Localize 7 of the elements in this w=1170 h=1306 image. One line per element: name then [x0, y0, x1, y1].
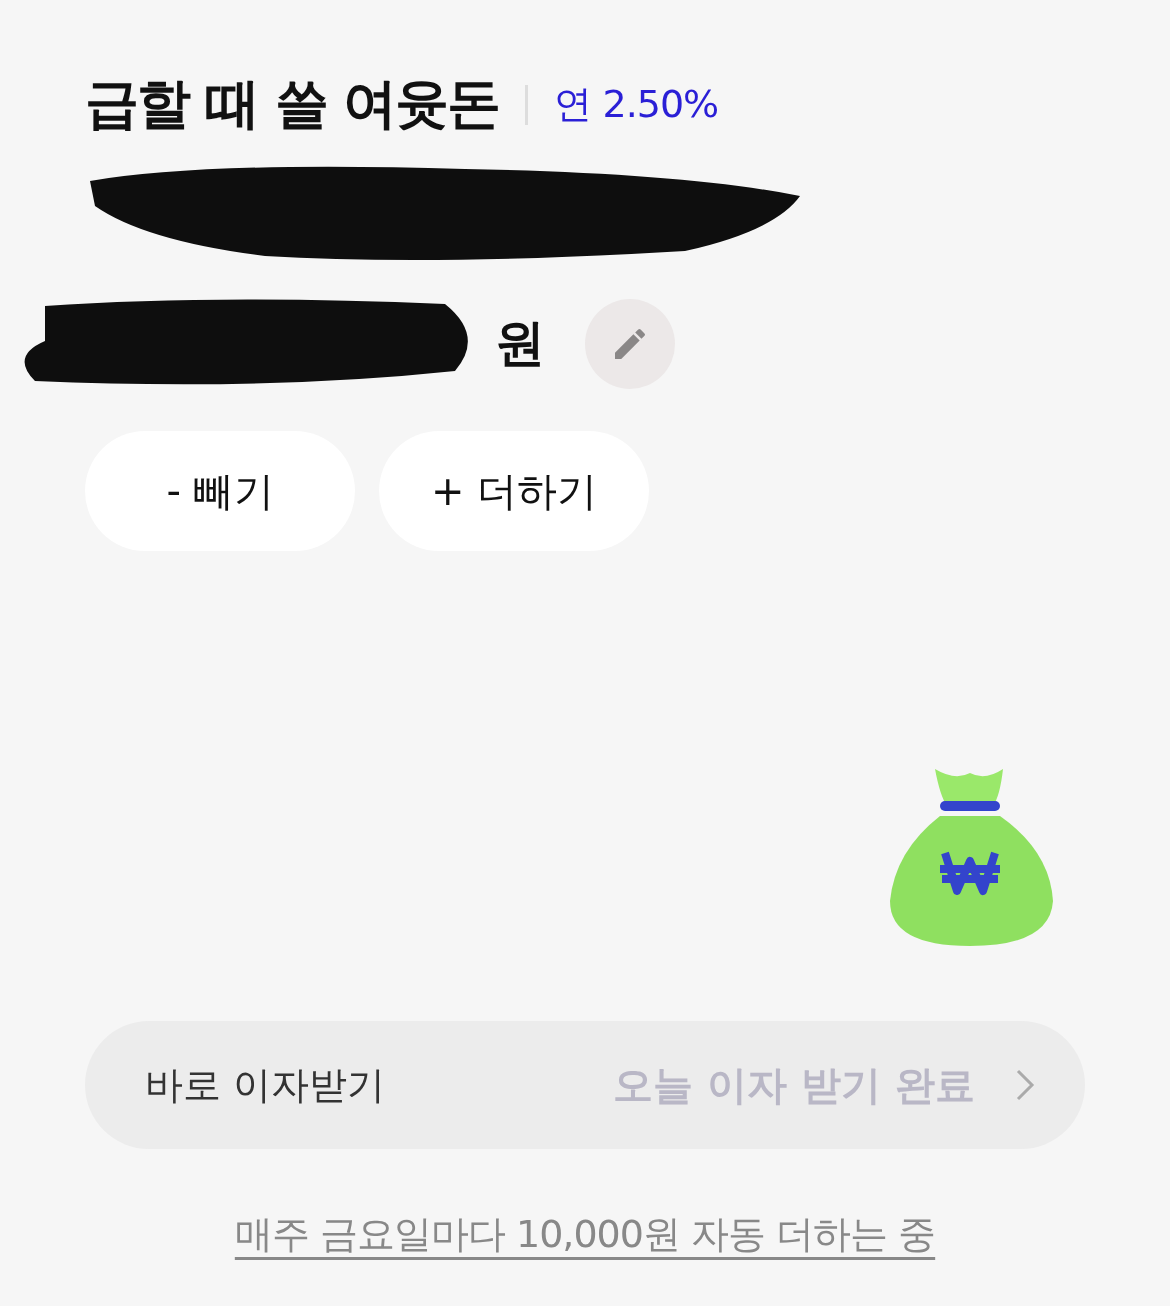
currency-unit: 원 [495, 313, 545, 374]
interest-rate: 연 2.50% [554, 81, 719, 128]
page-title: 급할 때 쓸 여윳돈 [85, 71, 500, 137]
amount-button[interactable]: + 더하기 [379, 431, 649, 551]
amount-button[interactable]: - 빼기 [85, 431, 355, 551]
chevron-right-icon [1015, 1068, 1035, 1102]
interest-label: 바로 이자받기 [145, 1061, 386, 1109]
